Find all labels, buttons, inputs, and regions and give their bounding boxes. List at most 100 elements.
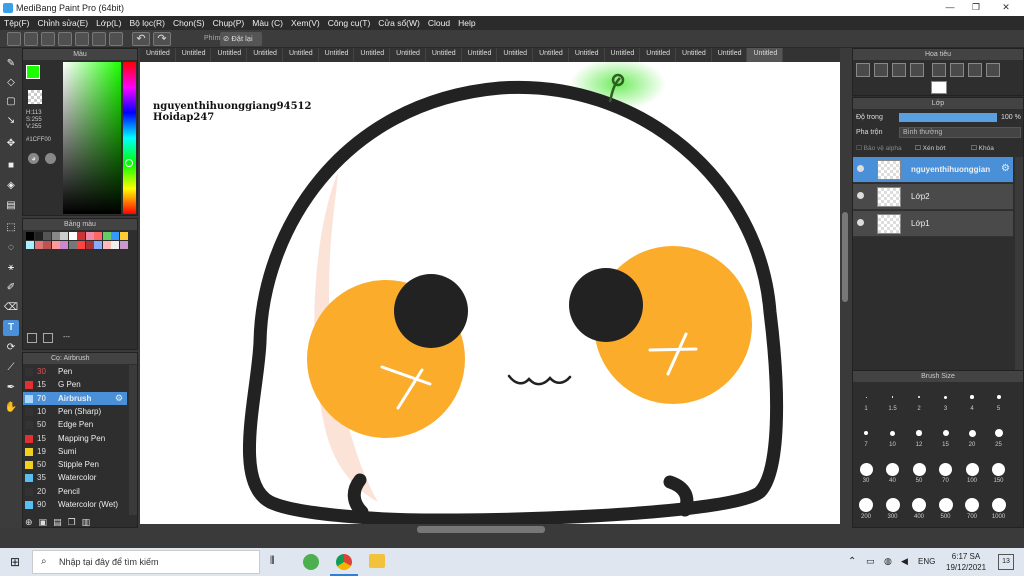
notification-button[interactable]: 13 [998,554,1014,570]
eye-icon[interactable] [857,192,864,199]
zoom-minus-icon[interactable] [910,63,924,77]
document-tab[interactable]: Untitled [569,48,605,62]
zoom-out-icon[interactable] [874,63,888,77]
undo-icon[interactable]: ↶ [132,32,150,46]
menu-file[interactable]: Tệp(F) [0,18,34,28]
file-icon[interactable] [58,32,72,46]
magic-wand-icon[interactable]: ⚹ [3,260,19,276]
rotate-right-icon[interactable] [968,63,982,77]
palette-swatch[interactable] [119,232,128,240]
brush-size-option[interactable]: 50 [907,459,931,489]
document-tab[interactable]: Untitled [319,48,355,62]
palette-swatch[interactable] [43,232,51,240]
document-tab[interactable]: Untitled [283,48,319,62]
page-icon[interactable] [75,32,89,46]
brush-item[interactable]: 30 Pen [23,365,127,378]
palette-swatch[interactable] [68,241,77,249]
eyedropper-icon[interactable]: ✒ [3,380,19,396]
redo-icon[interactable]: ↷ [153,32,171,46]
menu-window[interactable]: Cửa sổ(W) [374,18,424,28]
palette-swatch[interactable] [94,232,102,240]
add-brush-icon[interactable]: ⊕ [25,517,33,529]
operation-tool-icon[interactable]: ⟳ [3,340,19,356]
eye-icon[interactable] [857,219,864,226]
brush-size-option[interactable]: 1.5 [881,387,905,417]
menu-tools[interactable]: Công cụ(T) [324,18,375,28]
document-tab[interactable]: Untitled [211,48,248,62]
menu-view[interactable]: Xem(V) [287,18,324,28]
palette-swatch[interactable] [111,232,119,240]
document-tab[interactable]: Untitled [676,48,712,62]
palette-swatch[interactable] [85,241,94,249]
brush-size-option[interactable]: 15 [934,423,958,453]
palette-swatch[interactable] [26,232,34,240]
menu-layer[interactable]: Lớp(L) [92,18,125,28]
hue-slider[interactable] [123,62,136,214]
palette-icon[interactable]: ◕ [28,153,39,164]
hand-tool-icon[interactable]: ✋ [3,400,19,416]
brush-size-option[interactable]: 200 [854,495,878,525]
brush-size-option[interactable]: 10 [881,423,905,453]
brush-item[interactable]: 35 Watercolor [23,471,127,484]
brush-item[interactable]: 15 G Pen [23,378,127,391]
brush-item[interactable]: 20 Pencil [23,485,127,498]
brush-item[interactable]: 70 Airbrush ⚙ [23,391,127,405]
divide-tool-icon[interactable]: ⟋ [3,360,19,376]
palette-swatch[interactable] [119,241,128,249]
layer-item[interactable]: Lớp1 [853,211,1013,237]
brush-tool-icon[interactable]: ✎ [3,56,19,72]
palette-swatch[interactable] [102,232,111,240]
cloud-icon[interactable] [7,32,21,46]
horizontal-scroll-thumb[interactable] [417,526,545,533]
layer-item[interactable]: nguyenthihuonggian ⚙ [853,157,1013,183]
document-tab[interactable]: Untitled [140,48,176,62]
primary-color-swatch[interactable] [26,65,40,79]
brush-item[interactable]: 50 Stipple Pen [23,458,127,471]
clock[interactable]: 6:17 SA 19/12/2021 [946,551,986,573]
navigator-thumbnail[interactable] [931,81,947,94]
eye-icon[interactable] [857,165,864,172]
layer-scrollbar[interactable] [1015,157,1023,385]
menu-select[interactable]: Chọn(S) [169,18,209,28]
brush-item[interactable]: 15 Mapping Pen [23,432,127,445]
palette-swatch[interactable] [34,232,43,240]
select-eraser-icon[interactable]: ⌫ [3,300,19,316]
document-tab[interactable]: Untitled [747,48,784,62]
brush-size-option[interactable]: 70 [934,459,958,489]
reset-button[interactable]: ⊘ Đặt lại [220,32,262,46]
brush-size-option[interactable]: 12 [907,423,931,453]
select-tool-icon[interactable]: ↘ [3,113,19,129]
brush-size-option[interactable]: 700 [960,495,984,525]
layer-item[interactable]: Lớp2 [853,184,1013,210]
palette-swatch[interactable] [85,232,94,240]
brush-item[interactable]: 19 Sumi [23,445,127,458]
list-icon[interactable] [109,32,123,46]
vertical-scroll-thumb[interactable] [842,212,848,302]
brush-size-option[interactable]: 150 [987,459,1011,489]
transparent-swatch[interactable] [28,90,42,104]
eraser-tool-icon[interactable]: ◇ [3,75,19,91]
palette-swatch[interactable] [51,232,60,240]
delete-brush-icon[interactable]: ▥ [82,517,91,529]
close-button[interactable]: ✕ [996,2,1016,14]
gear-icon[interactable]: ⚙ [1001,163,1010,174]
brush-size-option[interactable]: 25 [987,423,1011,453]
palette-swatch[interactable] [77,232,85,240]
text-tool-icon[interactable]: T [3,320,19,336]
rotate-reset-icon[interactable] [950,63,964,77]
chrome-icon[interactable] [336,554,352,570]
brush-size-option[interactable]: 30 [854,459,878,489]
task-view-icon[interactable]: ⫴ [270,555,275,568]
taskbar-app-icon[interactable] [303,554,319,570]
gear-icon[interactable]: ⚙ [115,393,123,404]
document-tab[interactable]: Untitled [462,48,498,62]
windows-start-icon[interactable]: ⊞ [10,556,22,568]
file-explorer-icon[interactable] [369,554,385,568]
delete-palette-icon[interactable] [43,333,53,343]
brush-size-option[interactable]: 400 [907,495,931,525]
minimize-button[interactable]: — [940,2,960,14]
brush-size-option[interactable]: 4 [960,387,984,417]
color-wheel-icon[interactable] [45,153,56,164]
chevron-up-icon[interactable]: ⌃ [848,556,856,567]
palette-swatch[interactable] [111,241,119,249]
